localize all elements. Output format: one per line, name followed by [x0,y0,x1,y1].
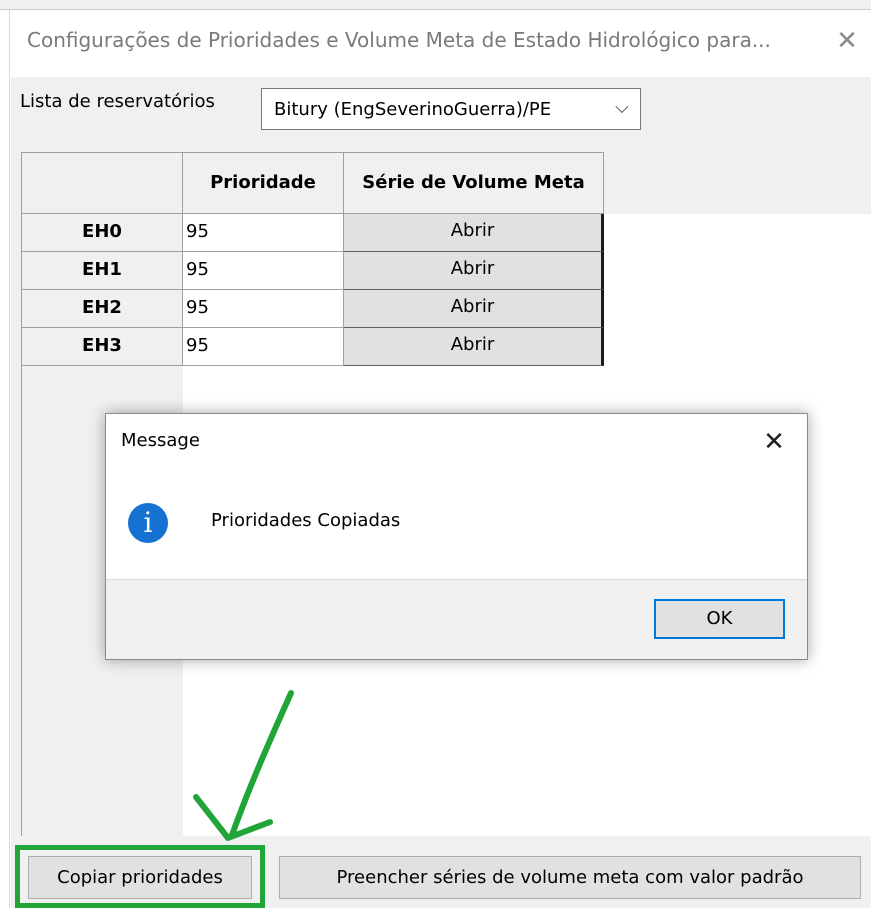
reservoir-select[interactable]: Bitury (EngSeverinoGuerra)/PE [261,88,641,130]
reservoir-list-label: Lista de reservatórios [20,91,215,112]
grid-corner-header [21,152,183,214]
window-top-edge [0,0,871,10]
annotation-highlight-box [15,845,265,908]
priority-cell-eh2[interactable]: 95 [183,290,344,328]
column-header-prioridade[interactable]: Prioridade [183,152,344,214]
abrir-button-eh2[interactable]: Abrir [344,290,604,328]
fill-default-volume-series-button[interactable]: Preencher séries de volume meta com valo… [279,856,861,899]
ok-button[interactable]: OK [654,599,785,639]
priority-cell-eh0[interactable]: 95 [183,214,344,252]
message-text: Prioridades Copiadas [211,510,401,531]
abrir-button-eh1[interactable]: Abrir [344,252,604,290]
row-header-eh2: EH2 [21,290,183,328]
window-left-edge [0,10,10,908]
info-icon: i [128,503,168,543]
abrir-button-eh0[interactable]: Abrir [344,214,604,252]
row-header-eh3: EH3 [21,328,183,366]
window-title: Configurações de Prioridades e Volume Me… [27,28,771,52]
chevron-down-icon[interactable]: ⌵ [612,98,632,118]
abrir-button-eh3[interactable]: Abrir [344,328,604,366]
row-header-eh1: EH1 [21,252,183,290]
window-close-icon[interactable]: ✕ [832,26,862,56]
reservoir-select-value: Bitury (EngSeverinoGuerra)/PE [274,99,552,120]
message-close-icon[interactable]: ✕ [757,425,791,459]
priority-cell-eh1[interactable]: 95 [183,252,344,290]
column-header-serie-volume-meta[interactable]: Série de Volume Meta [344,152,604,214]
priority-cell-eh3[interactable]: 95 [183,328,344,366]
row-header-eh0: EH0 [21,214,183,252]
message-dialog-title: Message [121,430,200,451]
